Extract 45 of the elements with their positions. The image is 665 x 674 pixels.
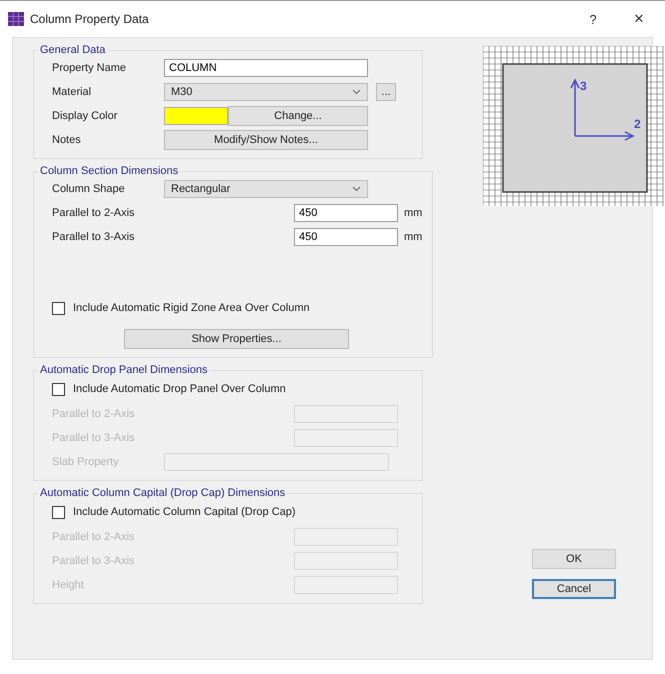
dimension-field[interactable]: 450 [294, 204, 398, 222]
material-dropdown[interactable]: M30 [164, 83, 368, 101]
window-title: Column Property Data [30, 12, 149, 26]
chevron-down-icon [352, 186, 361, 192]
color-swatch[interactable] [164, 107, 228, 125]
property-name-field[interactable]: COLUMN [164, 59, 368, 77]
help-button[interactable]: ? [573, 10, 613, 28]
field-label: Parallel to 2-Axis [52, 207, 136, 219]
field-label: Column Shape [52, 183, 126, 195]
chevron-down-icon [352, 89, 361, 95]
shape-dropdown[interactable]: Rectangular [164, 180, 368, 198]
field-label: Slab Property [52, 456, 120, 468]
change-button[interactable]: Change... [228, 106, 368, 126]
dialog-button[interactable]: OK [532, 549, 616, 569]
unit-label: mm [404, 207, 422, 219]
field-label: Parallel to 2-Axis [52, 531, 136, 543]
group-title: Column Section Dimensions [39, 165, 180, 177]
group-title: General Data [39, 44, 106, 56]
checkbox-label: Include Automatic Rigid Zone Area Over Column [73, 302, 310, 314]
checkbox[interactable] [52, 506, 65, 518]
app-icon [8, 12, 24, 26]
field-label: Notes [52, 134, 82, 146]
field-label: Parallel to 2-Axis [52, 408, 136, 420]
field-label: Height [52, 579, 85, 591]
field-label: Display Color [52, 110, 118, 122]
checkbox[interactable] [52, 382, 65, 396]
checkbox[interactable] [52, 302, 65, 314]
field-label: Property Name [52, 62, 127, 74]
group-title: Automatic Drop Panel Dimensions [39, 364, 209, 376]
field-label: Parallel to 3-Axis [52, 231, 136, 243]
axis-label: 3 [580, 79, 587, 93]
close-button[interactable]: × [619, 8, 659, 30]
browse-button[interactable]: ... [376, 83, 396, 101]
checkbox-label: Include Automatic Column Capital (Drop Cap) [73, 506, 296, 518]
dialog-button[interactable]: Cancel [532, 579, 616, 599]
checkbox-label: Include Automatic Drop Panel Over Column [73, 383, 286, 395]
unit-label: mm [404, 231, 422, 243]
field-label: Parallel to 3-Axis [52, 432, 136, 444]
axis-label: 2 [634, 117, 641, 131]
field-label: Material [52, 86, 92, 98]
field-label: Parallel to 3-Axis [52, 555, 136, 567]
show-properties-button[interactable]: Show Properties... [124, 329, 349, 349]
notes-button[interactable]: Modify/Show Notes... [164, 130, 368, 150]
group-title: Automatic Column Capital (Drop Cap) Dimensions [39, 487, 286, 499]
dimension-field[interactable]: 450 [294, 228, 398, 246]
